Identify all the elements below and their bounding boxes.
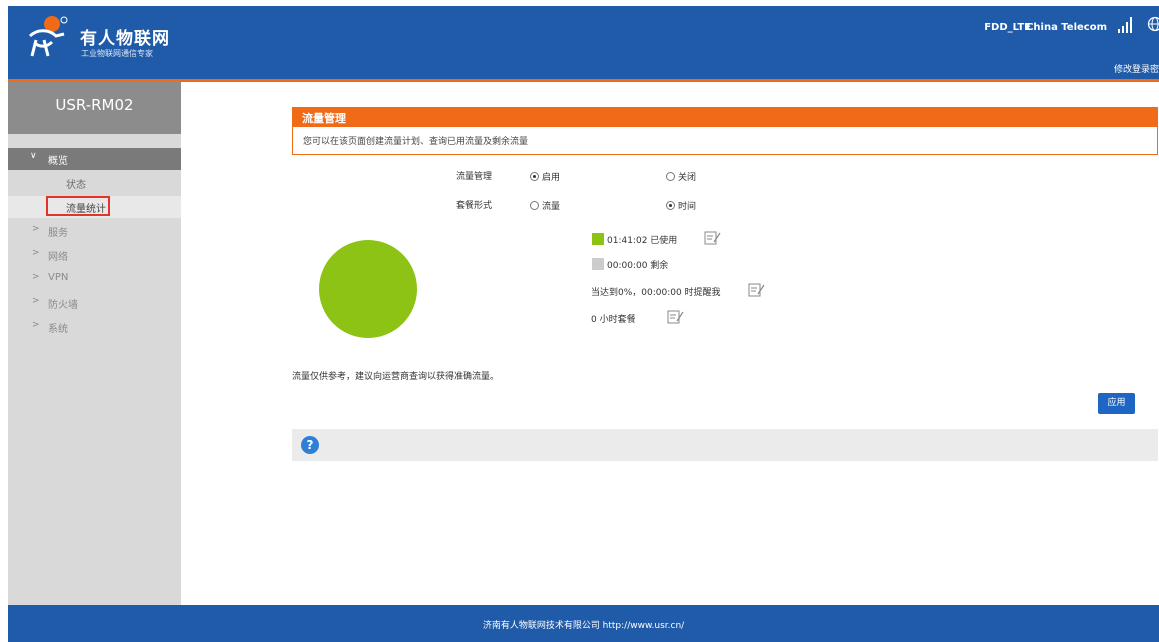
sidebar-item-label: 防火墙	[48, 300, 78, 311]
traffic-mgmt-label: 流量管理	[456, 172, 493, 182]
apply-button[interactable]: 应用	[1098, 393, 1135, 414]
radio-plan-traffic[interactable]: 流量	[530, 199, 560, 212]
traffic-note: 流量仅供参考，建议向运营商查询以获得准确流量。	[292, 372, 500, 382]
radio-plan-time[interactable]: 时间	[666, 199, 696, 212]
radio-enable[interactable]: 启用	[530, 170, 560, 183]
sidebar-group-overview[interactable]: ∨ 概览	[8, 148, 181, 170]
brand-name: 有人物联网	[80, 29, 170, 49]
sidebar-item-firewall[interactable]: > 防火墙	[8, 292, 181, 314]
panel-title: 流量管理	[302, 112, 346, 125]
used-text: 01:41:02 已使用	[607, 236, 678, 246]
radio-checked-icon	[530, 172, 539, 181]
signal-strength-icon	[1118, 17, 1132, 33]
sidebar-item-label: 状态	[66, 180, 86, 191]
radio-plan-time-label: 时间	[678, 202, 697, 212]
sidebar-item-label: 服务	[48, 228, 68, 239]
sidebar-item-status[interactable]: 状态	[8, 172, 181, 194]
sidebar-item-system[interactable]: > 系统	[8, 316, 181, 338]
edit-icon[interactable]	[748, 282, 766, 298]
radio-disable[interactable]: 关闭	[666, 170, 696, 183]
edit-icon[interactable]	[667, 309, 685, 325]
radio-enable-label: 启用	[542, 173, 561, 183]
sidebar-item-label: 网络	[48, 252, 68, 263]
device-name: USR-RM02	[8, 82, 181, 134]
panel-description: 您可以在该页面创建流量计划、查询已用流量及剩余流量	[303, 137, 529, 147]
alert-text: 当达到0%，00:00:00 时提醒我	[591, 288, 721, 298]
panel-description-box: 您可以在该页面创建流量计划、查询已用流量及剩余流量	[292, 127, 1158, 155]
usr-logo-icon	[28, 16, 68, 57]
used-color-swatch	[592, 233, 604, 245]
plan-type-label: 套餐形式	[456, 201, 493, 211]
footer: 济南有人物联网技术有限公司 http://www.usr.cn/	[8, 605, 1159, 642]
sidebar-item-service[interactable]: > 服务	[8, 220, 181, 242]
page-margin	[0, 0, 8, 642]
globe-icon[interactable]	[1147, 16, 1159, 32]
sidebar-item-label: VPN	[48, 272, 69, 283]
remaining-color-swatch	[592, 258, 604, 270]
chevron-right-icon: >	[32, 248, 40, 258]
help-icon[interactable]: ?	[301, 436, 319, 454]
chevron-right-icon: >	[32, 272, 40, 282]
sidebar-item-label: 系统	[48, 324, 68, 335]
chevron-right-icon: >	[32, 320, 40, 330]
chevron-down-icon: ∨	[30, 151, 37, 161]
panel-title-bar: 流量管理	[292, 107, 1158, 127]
plan-text: 0 小时套餐	[591, 315, 636, 325]
sidebar-item-label: 流量统计	[66, 204, 106, 215]
help-bar: ?	[292, 429, 1158, 461]
chevron-right-icon: >	[32, 224, 40, 234]
remaining-text: 00:00:00 剩余	[607, 261, 669, 271]
top-header: 有人物联网 工业物联网通信专家 FDD_LTE China Telecom 修改…	[8, 6, 1159, 79]
change-password-link[interactable]: 修改登录密	[1114, 62, 1159, 75]
sidebar-group-label: 概览	[48, 156, 68, 167]
radio-plan-traffic-label: 流量	[542, 202, 561, 212]
carrier-name: China Telecom	[1026, 22, 1107, 33]
footer-text: 济南有人物联网技术有限公司 http://www.usr.cn/	[482, 621, 685, 631]
sidebar: USR-RM02 ∨ 概览 状态 流量统计 > 服务 > 网络 > VPN > …	[8, 82, 181, 605]
radio-unchecked-icon	[666, 172, 675, 181]
brand-tagline: 工业物联网通信专家	[81, 49, 153, 58]
sidebar-item-network[interactable]: > 网络	[8, 244, 181, 266]
sidebar-item-vpn[interactable]: > VPN	[8, 268, 181, 290]
network-type: FDD_LTE	[984, 22, 1031, 33]
edit-icon[interactable]	[704, 230, 722, 246]
radio-unchecked-icon	[530, 201, 539, 210]
chevron-right-icon: >	[32, 296, 40, 306]
usage-pie-chart	[319, 240, 417, 338]
radio-disable-label: 关闭	[678, 173, 697, 183]
radio-checked-icon	[666, 201, 675, 210]
sidebar-item-traffic-stats[interactable]: 流量统计	[8, 196, 181, 218]
